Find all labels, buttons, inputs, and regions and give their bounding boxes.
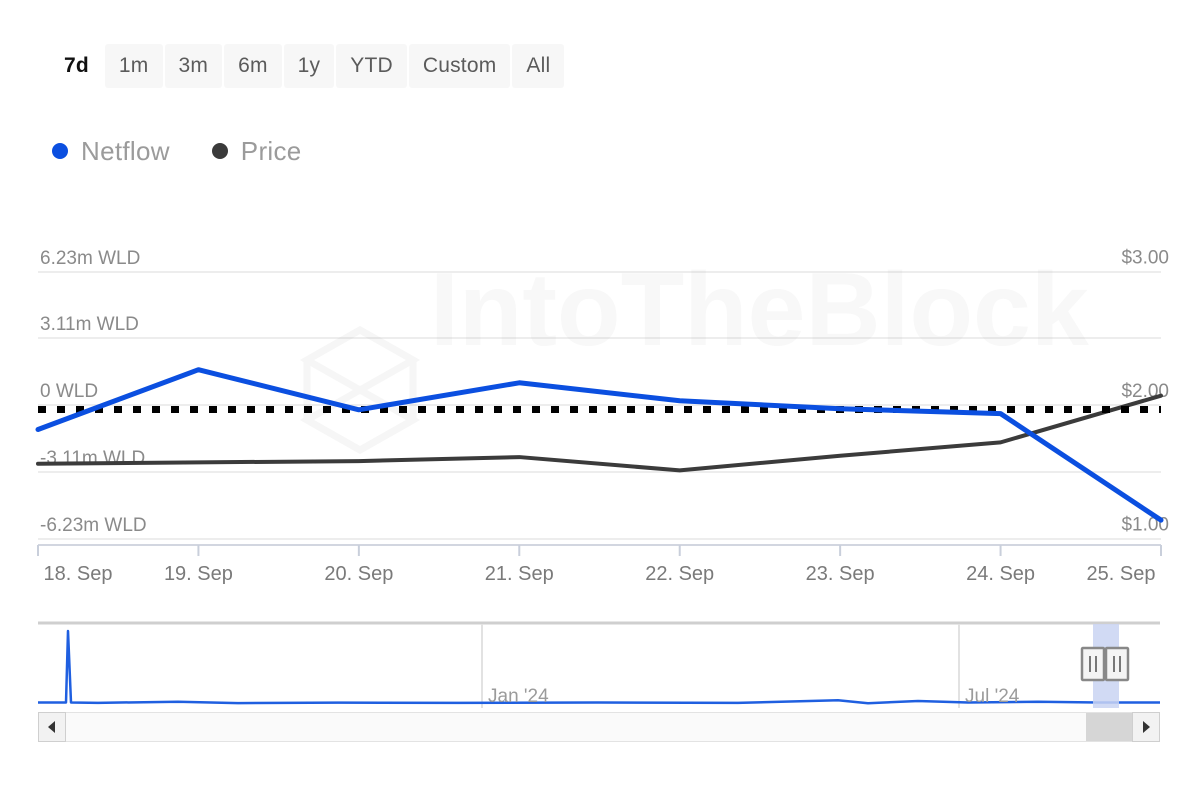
right-axis-labels: $3.00$2.00$1.00 bbox=[1121, 248, 1169, 536]
legend-label: Netflow bbox=[81, 136, 170, 167]
x-axis-svg: 18. Sep 19. Sep 20. Sep 21. Sep 22. Sep 23. S… bbox=[0, 540, 1200, 600]
x-axis-tick-label: 18. Sep bbox=[44, 563, 113, 585]
range-button-1y[interactable]: 1y bbox=[284, 44, 335, 88]
right-axis-tick-label: $3.00 bbox=[1121, 248, 1169, 269]
watermark: IntoTheBlock bbox=[307, 252, 1089, 450]
legend-item-netflow[interactable]: Netflow bbox=[52, 136, 170, 167]
x-axis: 18. Sep 19. Sep 20. Sep 21. Sep 22. Sep 23. S… bbox=[0, 540, 1200, 600]
chevron-left-icon bbox=[46, 720, 58, 734]
range-button-1m[interactable]: 1m bbox=[105, 44, 163, 88]
navigator-label-jan: Jan '24 bbox=[488, 686, 549, 707]
x-axis-tick-label: 25. Sep bbox=[1087, 563, 1156, 585]
range-button-7d[interactable]: 7d bbox=[50, 44, 103, 88]
x-axis-tick-label: 22. Sep bbox=[645, 563, 714, 585]
left-axis-tick-label: -3.11m WLD bbox=[40, 448, 145, 469]
legend-label: Price bbox=[241, 136, 302, 167]
legend-marker-netflow-icon bbox=[52, 143, 68, 159]
range-selector: 7d1m3m6m1yYTDCustomAll bbox=[50, 44, 564, 88]
x-axis-tick-label: 21. Sep bbox=[485, 563, 554, 585]
x-axis-tick-label: 19. Sep bbox=[164, 563, 233, 585]
chart-svg: IntoTheBlock 6.23m WLD 3.11m WLD 0 WLD -3.1… bbox=[0, 230, 1200, 560]
x-axis-tick-labels: 18. Sep 19. Sep 20. Sep 21. Sep 22. Sep 23. S… bbox=[44, 563, 1156, 585]
scrollbar-track[interactable] bbox=[66, 712, 1132, 742]
navigator-label-jul: Jul '24 bbox=[965, 686, 1020, 707]
chart-navigator[interactable]: Jan '24 Jul '24 bbox=[38, 620, 1160, 712]
watermark-text: IntoTheBlock bbox=[430, 252, 1089, 368]
x-axis-tick-label: 20. Sep bbox=[324, 563, 393, 585]
left-axis-tick-label: 0 WLD bbox=[40, 381, 98, 402]
navigator-scrollbar[interactable] bbox=[38, 712, 1160, 742]
chart-plot-area: IntoTheBlock 6.23m WLD 3.11m WLD 0 WLD -3.1… bbox=[0, 230, 1200, 560]
range-button-all[interactable]: All bbox=[512, 44, 564, 88]
scrollbar-thumb[interactable] bbox=[1086, 713, 1132, 741]
x-axis-ticks bbox=[38, 545, 1161, 556]
chart-page: 7d1m3m6m1yYTDCustomAll Netflow Price Into… bbox=[0, 0, 1200, 800]
chart-legend: Netflow Price bbox=[52, 130, 302, 172]
legend-marker-price-icon bbox=[212, 143, 228, 159]
x-axis-tick-label: 23. Sep bbox=[806, 563, 875, 585]
left-axis-tick-label: 6.23m WLD bbox=[40, 248, 140, 269]
left-axis-tick-label: 3.11m WLD bbox=[40, 314, 139, 335]
left-axis-labels: 6.23m WLD 3.11m WLD 0 WLD -3.11m WLD -6.23m … bbox=[40, 248, 147, 536]
navigator-svg[interactable]: Jan '24 Jul '24 bbox=[38, 620, 1160, 712]
scroll-right-button[interactable] bbox=[1132, 712, 1160, 742]
scroll-left-button[interactable] bbox=[38, 712, 66, 742]
navigator-handle-right[interactable] bbox=[1106, 648, 1128, 680]
navigator-handle-left[interactable] bbox=[1082, 648, 1104, 680]
range-button-ytd[interactable]: YTD bbox=[336, 44, 407, 88]
range-button-custom[interactable]: Custom bbox=[409, 44, 511, 88]
legend-item-price[interactable]: Price bbox=[212, 136, 302, 167]
right-axis-tick-label: $1.00 bbox=[1121, 515, 1169, 536]
range-button-6m[interactable]: 6m bbox=[224, 44, 282, 88]
chevron-right-icon bbox=[1140, 720, 1152, 734]
x-axis-tick-label: 24. Sep bbox=[966, 563, 1035, 585]
range-button-3m[interactable]: 3m bbox=[165, 44, 223, 88]
left-axis-tick-label: -6.23m WLD bbox=[40, 515, 147, 536]
